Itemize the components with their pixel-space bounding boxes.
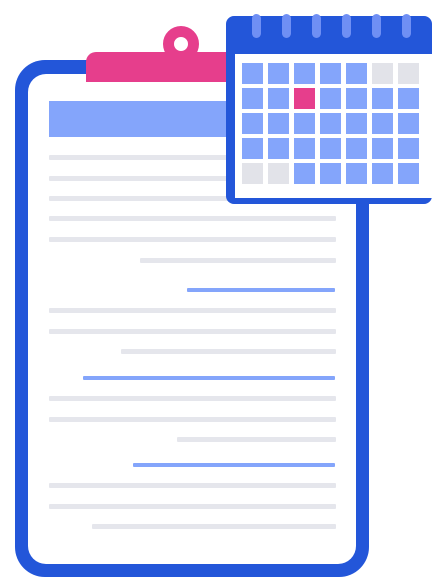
- text-line: [49, 237, 336, 242]
- paper-header-bar: [49, 101, 239, 137]
- day-cell: [294, 138, 315, 159]
- day-cell: [346, 63, 367, 84]
- day-cell: [268, 138, 289, 159]
- highlighted-day-cell: [294, 88, 315, 109]
- calendar-grid: [242, 63, 419, 184]
- text-line: [140, 258, 336, 263]
- clipboard-calendar-illustration: [0, 0, 432, 577]
- clip-ring: [163, 26, 199, 62]
- accent-text-line: [187, 288, 335, 292]
- text-line: [49, 504, 336, 509]
- text-line: [177, 437, 336, 442]
- text-line: [49, 396, 336, 401]
- day-cell: [268, 63, 289, 84]
- day-cell: [320, 163, 341, 184]
- day-cell: [242, 63, 263, 84]
- text-line: [49, 483, 336, 488]
- day-cell: [346, 163, 367, 184]
- spiral-ring: [372, 14, 381, 38]
- day-cell: [242, 88, 263, 109]
- day-cell: [372, 138, 393, 159]
- day-cell: [242, 113, 263, 134]
- day-cell: [268, 113, 289, 134]
- day-cell: [398, 113, 419, 134]
- day-cell: [398, 88, 419, 109]
- text-line: [49, 308, 336, 313]
- text-line: [121, 349, 336, 354]
- day-cell: [372, 113, 393, 134]
- day-cell: [372, 163, 393, 184]
- day-cell: [320, 88, 341, 109]
- text-line: [92, 524, 336, 529]
- day-cell: [398, 163, 419, 184]
- spiral-ring: [282, 14, 291, 38]
- day-cell: [346, 138, 367, 159]
- text-line: [49, 417, 336, 422]
- accent-text-line: [83, 376, 335, 380]
- calendar-icon: [226, 14, 432, 204]
- day-cell: [268, 163, 289, 184]
- day-cell: [372, 88, 393, 109]
- day-cell: [398, 138, 419, 159]
- day-cell: [294, 63, 315, 84]
- day-cell: [320, 138, 341, 159]
- day-cell: [320, 113, 341, 134]
- text-line: [49, 216, 336, 221]
- day-cell: [294, 163, 315, 184]
- day-cell: [346, 88, 367, 109]
- day-cell: [294, 113, 315, 134]
- day-cell: [268, 88, 289, 109]
- day-cell: [398, 63, 419, 84]
- text-line: [49, 329, 336, 334]
- day-cell: [346, 113, 367, 134]
- accent-text-line: [133, 463, 335, 467]
- spiral-ring: [342, 14, 351, 38]
- day-cell: [242, 138, 263, 159]
- spiral-ring: [252, 14, 261, 38]
- spiral-ring: [312, 14, 321, 38]
- spiral-ring: [402, 14, 411, 38]
- day-cell: [320, 63, 341, 84]
- day-cell: [372, 63, 393, 84]
- day-cell: [242, 163, 263, 184]
